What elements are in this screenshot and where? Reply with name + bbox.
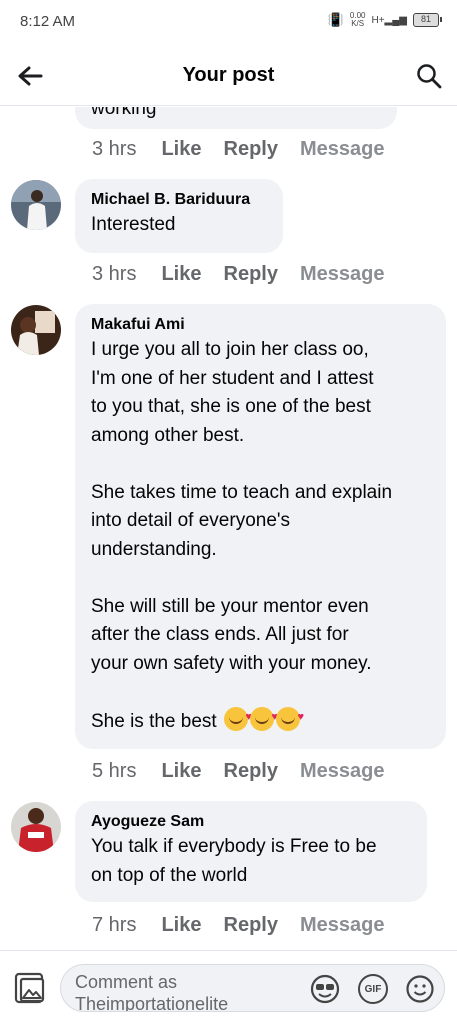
reply-button[interactable]: Reply	[224, 263, 278, 286]
avatar[interactable]	[11, 802, 61, 852]
comment-actions: 7 hrs Like Reply Message	[92, 911, 384, 939]
signal-icon: H+▂▄▆	[371, 14, 407, 26]
comments-feed[interactable]: working 3 hrs Like Reply Message Michael…	[0, 107, 457, 949]
sticker-icon	[310, 974, 340, 1004]
like-button[interactable]: Like	[161, 138, 201, 161]
comment-placeholder: Comment as Theimportationelite	[75, 972, 229, 1011]
search-icon	[417, 64, 442, 89]
comment-bubble[interactable]: Michael B. Bariduura Interested	[75, 179, 283, 253]
photo-icon	[14, 972, 45, 1004]
network-speed: 0.00 K/S	[350, 12, 366, 28]
smiling-face-with-hearts-icon	[275, 703, 304, 731]
comment-time: 5 hrs	[92, 759, 137, 782]
comment-time: 3 hrs	[92, 137, 137, 160]
comment-composer: Comment as Theimportationelite GIF	[0, 950, 457, 1024]
comment-bubble[interactable]: Ayogueze Sam You talk if everybody is Fr…	[75, 801, 427, 902]
avatar-image	[11, 180, 61, 230]
avatar[interactable]	[11, 180, 61, 230]
comment-bubble[interactable]: Makafui Ami I urge you all to join her c…	[75, 304, 446, 749]
page-title: Your post	[182, 64, 275, 86]
message-button[interactable]: Message	[300, 914, 385, 937]
network-speed-unit: K/S	[351, 19, 365, 28]
comment-input[interactable]: Comment as Theimportationelite GIF	[60, 964, 445, 1012]
message-button[interactable]: Message	[300, 760, 385, 783]
search-button[interactable]	[413, 60, 445, 92]
comment-text: You talk if everybody is Free to be on t…	[91, 836, 377, 886]
reply-button[interactable]: Reply	[224, 138, 278, 161]
top-app-bar: Your post	[0, 46, 457, 106]
commenter-name[interactable]: Ayogueze Sam	[91, 811, 411, 833]
commenter-name[interactable]: Michael B. Bariduura	[91, 189, 267, 211]
avatar-image	[11, 802, 61, 852]
comment-actions: 3 hrs Like Reply Message	[92, 135, 384, 163]
smiling-face-with-hearts-icon	[223, 703, 252, 731]
sticker-button[interactable]	[309, 973, 341, 1005]
message-button[interactable]: Message	[300, 138, 385, 161]
reply-button[interactable]: Reply	[224, 760, 278, 783]
comment-time: 3 hrs	[92, 262, 137, 285]
like-button[interactable]: Like	[161, 914, 201, 937]
smiling-face-with-hearts-icon	[249, 703, 278, 731]
comment-actions: 3 hrs Like Reply Message	[92, 260, 384, 288]
comment-text-body: I urge you all to join her class oo, I'm…	[91, 339, 393, 732]
commenter-name[interactable]: Makafui Ami	[91, 314, 430, 336]
avatar[interactable]	[11, 305, 61, 355]
network-type: H+	[371, 14, 385, 26]
emoji-button[interactable]	[405, 974, 435, 1004]
comment-actions: 5 hrs Like Reply Message	[92, 757, 384, 785]
comment-text: working	[91, 107, 157, 119]
comment-bubble[interactable]: working	[75, 107, 397, 129]
gif-label: GIF	[364, 983, 382, 995]
avatar-image	[11, 305, 61, 355]
comment-text: I urge you all to join her class oo, I'm…	[91, 336, 430, 736]
battery-icon: 81	[413, 13, 442, 27]
status-bar: 8:12 AM 📳 0.00 K/S H+▂▄▆ 81	[0, 0, 457, 46]
vibrate-icon: 📳	[327, 12, 344, 27]
gif-button[interactable]: GIF	[358, 974, 388, 1004]
comment-text: Interested	[91, 214, 176, 235]
comment-time: 7 hrs	[92, 913, 137, 936]
message-button[interactable]: Message	[300, 263, 385, 286]
reply-button[interactable]: Reply	[224, 914, 278, 937]
status-icons: 📳 0.00 K/S H+▂▄▆ 81	[327, 12, 442, 28]
emoji-icon	[406, 975, 434, 1003]
photo-button[interactable]	[12, 971, 48, 1005]
status-time: 8:12 AM	[20, 13, 76, 30]
like-button[interactable]: Like	[161, 263, 201, 286]
like-button[interactable]: Like	[161, 760, 201, 783]
battery-level: 81	[420, 14, 431, 24]
